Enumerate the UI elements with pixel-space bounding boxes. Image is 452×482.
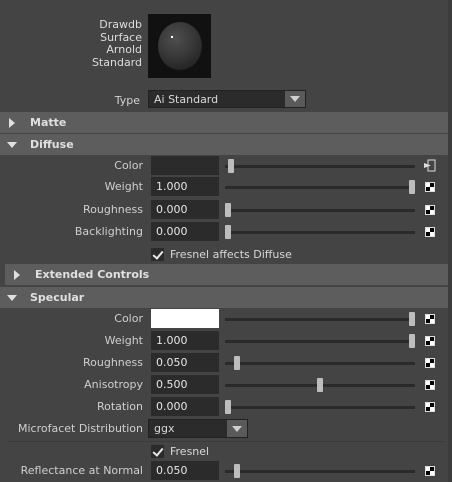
diffuse-weight-field[interactable]: 1.000 [151,177,219,196]
section-matte-title: Matte [30,116,67,129]
diffuse-backlighting-slider-handle[interactable] [225,225,231,239]
map-button-icon[interactable] [425,358,435,368]
specular-rotation-row: Rotation 0.000 [0,396,452,418]
diffuse-roughness-slider-handle[interactable] [225,203,231,217]
specular-anisotropy-field[interactable]: 0.500 [151,375,219,394]
specular-color-swatch[interactable] [151,309,219,328]
specular-roughness-field[interactable]: 0.050 [151,353,219,372]
specular-weight-slider-track[interactable] [225,340,415,343]
specular-weight-slider-handle[interactable] [409,334,415,348]
diffuse-weight-label: Weight [104,180,143,193]
type-dropdown-value: Ai Standard [154,92,219,106]
microfacet-label: Microfacet Distribution [17,422,143,435]
reflectance-label: Reflectance at Normal [20,464,143,477]
specular-roughness-label: Roughness [82,356,143,369]
collapse-arrow-icon[interactable] [0,141,24,148]
diffuse-roughness-label: Roughness [82,203,143,216]
diffuse-roughness-field[interactable]: 0.000 [151,200,219,219]
fresnel-affects-diffuse-checkbox[interactable]: Fresnel affects Diffuse [151,246,292,262]
diffuse-backlighting-row: Backlighting 0.000 [0,221,452,243]
section-diffuse[interactable]: Diffuse [0,134,448,155]
map-button-icon[interactable] [425,227,435,237]
map-button-icon[interactable] [425,182,435,192]
map-button-icon[interactable] [425,466,435,476]
section-extended-controls[interactable]: Extended Controls [5,264,448,285]
type-label: Type [114,94,140,107]
diffuse-backlighting-slider-track[interactable] [225,231,415,234]
reflectance-row: Reflectance at Normal 0.050 [0,460,452,482]
specular-rotation-label: Rotation [96,400,143,413]
section-extended-title: Extended Controls [35,268,150,281]
specular-weight-row: Weight 1.000 [0,330,452,352]
microfacet-row: Microfacet Distribution ggx [0,418,452,440]
checkbox-checked-icon[interactable] [151,247,164,261]
specular-roughness-row: Roughness 0.050 [0,352,452,374]
section-specular-title: Specular [30,291,85,304]
checkbox-checked-icon[interactable] [151,444,164,458]
diffuse-backlighting-label: Backlighting [74,225,143,238]
specular-color-row: Color [0,308,452,330]
specular-roughness-slider-track[interactable] [225,362,415,365]
type-dropdown[interactable]: Ai Standard [148,90,306,108]
diffuse-color-row: Color [0,155,452,177]
diffuse-roughness-slider-track[interactable] [225,209,415,212]
specular-anisotropy-label: Anisotropy [84,378,143,391]
specular-roughness-slider-handle[interactable] [234,356,241,370]
specular-color-slider-track[interactable] [225,318,415,321]
section-matte[interactable]: Matte [0,112,448,133]
specular-color-label: Color [114,312,143,325]
expand-arrow-icon[interactable] [5,269,29,280]
divider [8,441,444,442]
material-swatch-preview[interactable] [148,14,211,78]
diffuse-color-slider-track[interactable] [225,165,415,168]
specular-weight-label: Weight [104,334,143,347]
specular-color-slider-handle[interactable] [409,312,415,326]
diffuse-backlighting-field[interactable]: 0.000 [151,222,219,241]
collapse-arrow-icon[interactable] [0,294,24,301]
reflectance-slider-track[interactable] [225,470,415,473]
specular-rotation-slider-handle[interactable] [225,400,231,414]
diffuse-weight-slider-handle[interactable] [409,180,415,194]
map-connect-icon[interactable] [424,159,436,172]
microfacet-dropdown[interactable]: ggx [148,419,248,438]
specular-weight-field[interactable]: 1.000 [151,331,219,350]
section-specular[interactable]: Specular [0,287,448,308]
diffuse-color-label: Color [114,159,143,172]
map-button-icon[interactable] [425,205,435,215]
swatch-label-line: Drawdb [99,18,142,31]
diffuse-weight-slider-track[interactable] [225,186,415,189]
diffuse-weight-row: Weight 1.000 [0,176,452,198]
chevron-down-icon[interactable] [285,91,305,107]
specular-anisotropy-row: Anisotropy 0.500 [0,374,452,396]
specular-rotation-slider-track[interactable] [225,406,415,409]
fresnel-affects-diffuse-label: Fresnel affects Diffuse [170,247,292,261]
specular-anisotropy-slider-handle[interactable] [317,378,323,392]
fresnel-checkbox[interactable]: Fresnel [151,443,209,459]
specular-highlight [171,36,173,38]
reflectance-field[interactable]: 0.050 [151,461,219,480]
material-swatch-label: Drawdb Surface Arnold Standard [60,19,142,69]
map-button-icon[interactable] [425,336,435,346]
scrollbar[interactable] [448,0,452,482]
chevron-down-icon[interactable] [227,420,247,437]
fresnel-label: Fresnel [170,444,210,458]
specular-rotation-field[interactable]: 0.000 [151,397,219,416]
expand-arrow-icon[interactable] [0,117,24,128]
swatch-label-line: Arnold [106,43,142,56]
map-button-icon[interactable] [425,314,435,324]
map-button-icon[interactable] [425,380,435,390]
reflectance-slider-handle[interactable] [234,464,241,478]
diffuse-color-slider-handle[interactable] [228,159,234,173]
diffuse-roughness-row: Roughness 0.000 [0,199,452,221]
diffuse-color-swatch[interactable] [151,156,219,175]
swatch-label-line: Standard [91,55,142,69]
microfacet-value: ggx [154,422,175,435]
map-button-icon[interactable] [425,402,435,412]
shader-ball [158,22,202,70]
section-diffuse-title: Diffuse [30,138,74,151]
